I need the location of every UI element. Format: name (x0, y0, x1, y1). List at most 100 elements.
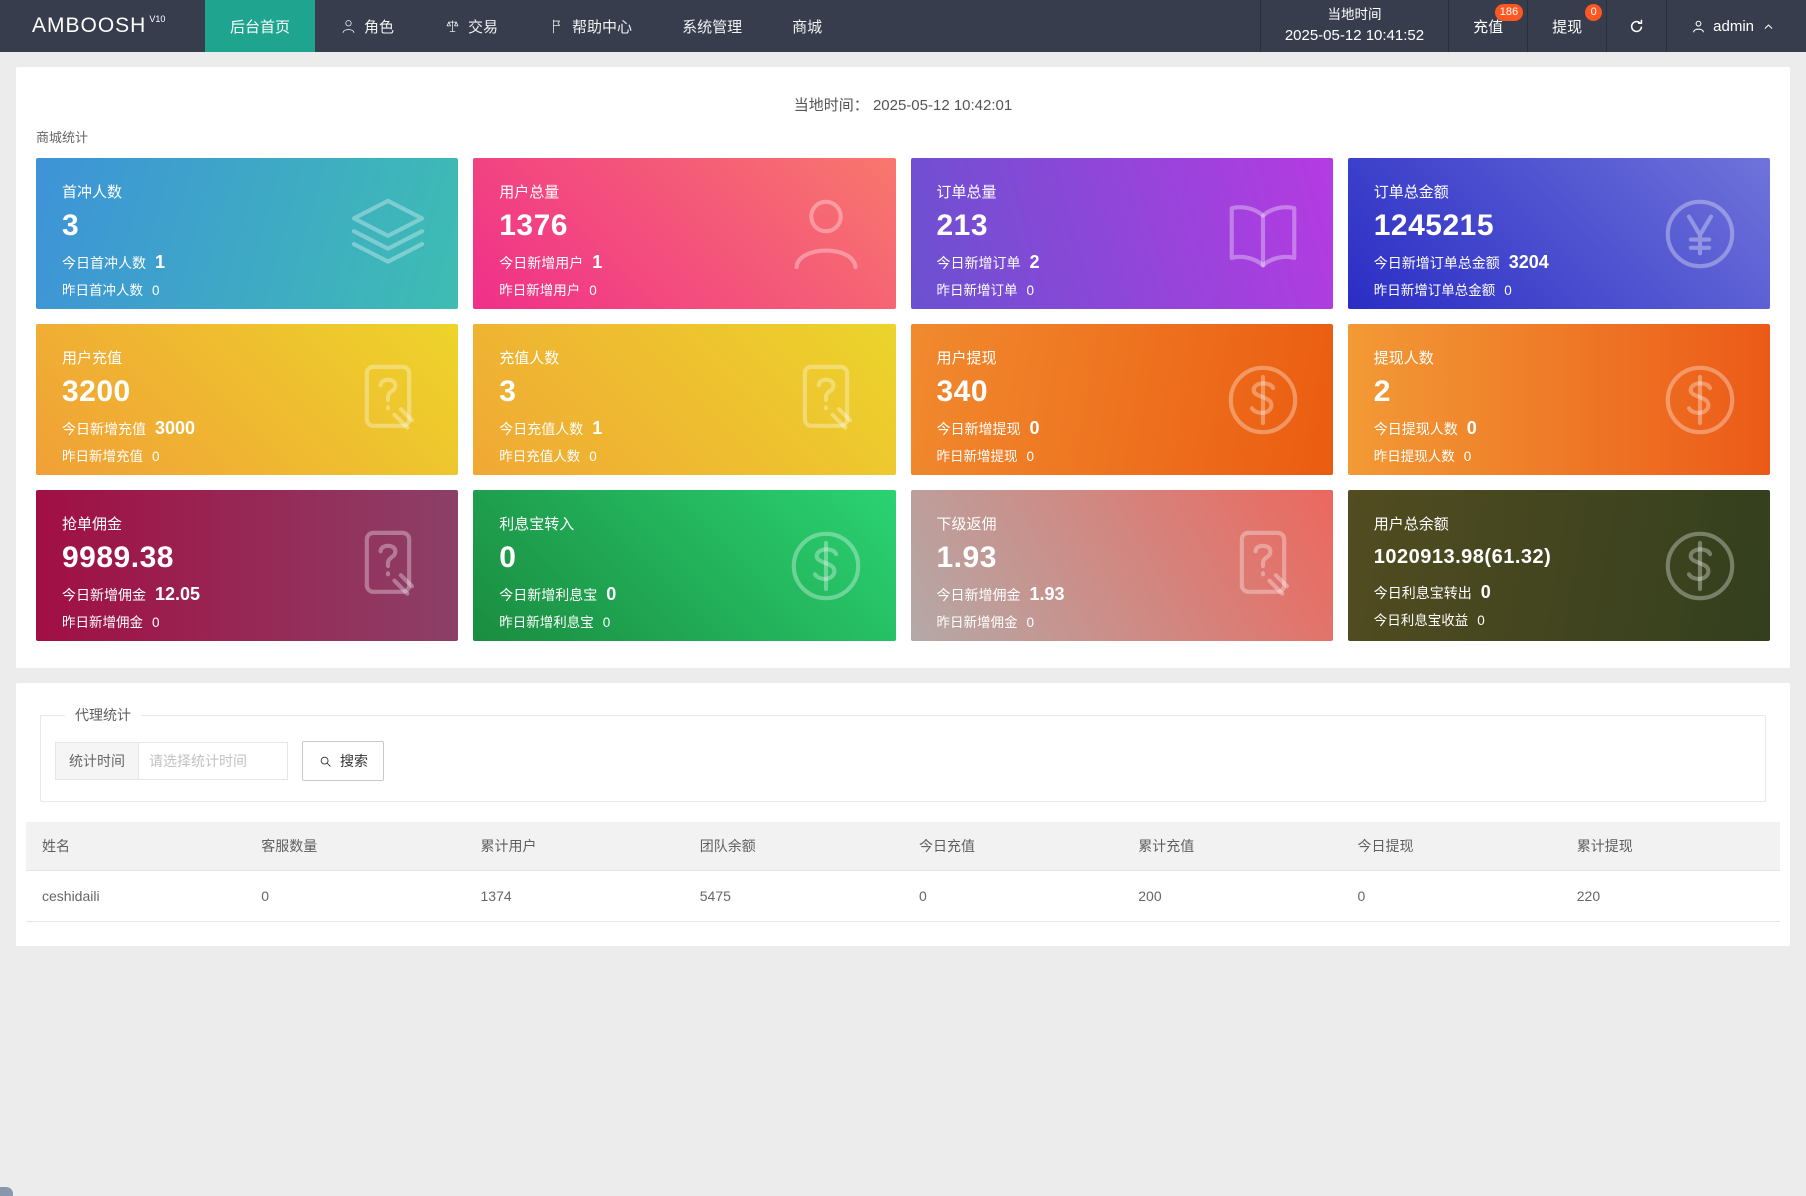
menu-item-trade[interactable]: 交易 (419, 0, 523, 52)
user-icon (340, 18, 357, 35)
app-logo: AMBOOSH V10 (0, 0, 205, 52)
logo-text: AMBOOSH (32, 14, 147, 37)
card-line-label: 今日新增佣金 (62, 587, 146, 603)
user-icon (780, 188, 872, 280)
cell-service-count: 0 (245, 870, 465, 922)
recharge-badge: 186 (1494, 4, 1524, 21)
card-line-value: 12.05 (155, 584, 201, 604)
agent-stats-panel: 代理统计 统计时间 搜索 姓名 客服数量 累计用户 团队余额 今日充值 累计充值 (16, 683, 1790, 946)
card-line-value: 0 (589, 449, 597, 464)
contract-icon (342, 354, 434, 446)
cell-total-users: 1374 (464, 870, 684, 922)
stat-card-user-total-balance: 用户总余额 1020913.98(61.32) 今日利息宝转出 0 今日利息宝收益… (1347, 490, 1770, 641)
card-line-value: 0 (1026, 283, 1035, 298)
col-total-withdraw: 累计提现 (1560, 822, 1780, 871)
card-line-label: 今日充值人数 (499, 421, 584, 437)
card-line-value: 1 (155, 252, 166, 272)
menu-item-help-center[interactable]: 帮助中心 (523, 0, 657, 52)
search-button[interactable]: 搜索 (302, 741, 384, 781)
card-line-label: 昨日新增用户 (499, 283, 581, 298)
card-line-label: 昨日新增利息宝 (499, 615, 594, 630)
card-line-label: 昨日新增佣金 (936, 615, 1018, 630)
card-line-value: 1 (592, 252, 603, 272)
card-line-value: 0 (152, 615, 160, 630)
menu-item-mall[interactable]: 商城 (767, 0, 847, 52)
contract-icon (780, 354, 872, 446)
search-icon (318, 754, 333, 769)
menu-item-home[interactable]: 后台首页 (205, 0, 316, 52)
flag-icon (548, 18, 565, 35)
stat-card-withdraw-users: 提现人数 2 今日提现人数 0 昨日提现人数 0 (1347, 324, 1770, 475)
dollar-circle-icon (1217, 354, 1309, 446)
agent-stats-title: 代理统计 (75, 707, 131, 723)
stat-card-total-users: 用户总量 1376 今日新增用户 1 昨日新增用户 0 (473, 158, 896, 309)
scales-icon (444, 18, 461, 35)
search-button-label: 搜索 (340, 753, 368, 769)
card-line-label: 今日新增用户 (499, 255, 584, 271)
stat-card-total-order-amount: 订单总金额 1245215 今日新增订单总金额 3204 昨日新增订单总金额 0 (1347, 158, 1770, 309)
withdraw-button[interactable]: 提现 0 (1527, 0, 1606, 52)
cell-today-withdraw: 0 (1341, 870, 1561, 922)
bottom-left-partial-element (0, 1187, 13, 1196)
stat-card-interest-transfer-in: 利息宝转入 0 今日新增利息宝 0 昨日新增利息宝 0 (473, 490, 896, 641)
local-time-value: 2025-05-12 10:41:52 (1284, 26, 1425, 44)
content-time-label: 当地时间： (793, 97, 869, 114)
col-team-balance: 团队余额 (683, 822, 903, 871)
main-menu: 后台首页 角色 交易 帮助中心 系统管理 商城 (205, 0, 847, 52)
table-header-row: 姓名 客服数量 累计用户 团队余额 今日充值 累计充值 今日提现 累计提现 (26, 822, 1780, 871)
username: admin (1713, 17, 1754, 35)
card-line-label: 昨日新增充值 (62, 449, 143, 464)
withdraw-label: 提现 (1552, 18, 1583, 36)
menu-item-label: 后台首页 (230, 18, 291, 36)
dollar-circle-icon (780, 520, 872, 612)
layers-icon (342, 188, 434, 280)
card-line-value: 0 (152, 449, 160, 464)
card-line-label: 今日新增订单 (936, 255, 1021, 271)
chevron-up-icon (1761, 19, 1776, 34)
stat-time-input[interactable] (138, 742, 288, 780)
card-line-label: 昨日提现人数 (1373, 449, 1455, 464)
stat-card-downline-rebate: 下级返佣 1.93 今日新增佣金 1.93 昨日新增佣金 0 (910, 490, 1333, 641)
stat-card-user-recharge: 用户充值 3200 今日新增充值 3000 昨日新增充值 0 (36, 324, 459, 475)
content-local-time: 当地时间： 2025-05-12 10:42:01 (36, 79, 1770, 121)
card-line-value: 0 (1466, 418, 1477, 438)
stat-card-total-orders: 订单总量 213 今日新增订单 2 昨日新增订单 0 (910, 158, 1333, 309)
cell-total-recharge: 200 (1122, 870, 1342, 922)
cell-team-balance: 5475 (683, 870, 903, 922)
card-line-label: 今日新增提现 (936, 421, 1021, 437)
menu-item-label: 商城 (792, 18, 823, 36)
top-navbar: AMBOOSH V10 后台首页 角色 交易 帮助中心 系统管理 商城 当地时间… (0, 0, 1806, 52)
user-menu[interactable]: admin (1666, 0, 1806, 52)
card-line-label: 今日首冲人数 (62, 255, 146, 271)
book-icon (1217, 188, 1309, 280)
card-line-value: 0 (1504, 283, 1512, 298)
menu-item-label: 帮助中心 (572, 18, 633, 36)
card-line-label: 今日新增利息宝 (499, 587, 598, 603)
refresh-button[interactable] (1606, 0, 1666, 52)
cell-today-recharge: 0 (903, 870, 1123, 922)
mall-stats-panel: 当地时间： 2025-05-12 10:42:01 商城统计 首冲人数 3 今日… (16, 67, 1790, 668)
card-line-value: 0 (1480, 582, 1491, 602)
card-line-label: 今日利息宝收益 (1373, 613, 1469, 628)
stat-cards-grid: 首冲人数 3 今日首冲人数 1 昨日首冲人数 0 用户总量 1376 今日新增用户 1… (36, 158, 1770, 641)
withdraw-badge: 0 (1585, 4, 1603, 21)
mall-stats-title: 商城统计 (36, 130, 89, 145)
contract-icon (1217, 520, 1309, 612)
card-line-label: 今日提现人数 (1373, 421, 1458, 437)
menu-item-label: 角色 (364, 18, 395, 36)
stat-time-label: 统计时间 (55, 742, 139, 780)
recharge-button[interactable]: 充值 186 (1448, 0, 1527, 52)
stat-card-recharge-users: 充值人数 3 今日充值人数 1 昨日充值人数 0 (473, 324, 896, 475)
menu-item-roles[interactable]: 角色 (315, 0, 419, 52)
stat-card-user-withdraw: 用户提现 340 今日新增提现 0 昨日新增提现 0 (910, 324, 1333, 475)
card-line-value: 0 (606, 584, 617, 604)
card-line-value: 0 (1026, 449, 1035, 464)
card-line-label: 昨日充值人数 (499, 449, 581, 464)
card-line-value: 0 (152, 283, 160, 298)
cell-name: ceshidaili (26, 870, 246, 922)
col-total-users: 累计用户 (464, 822, 684, 871)
menu-item-system-admin[interactable]: 系统管理 (657, 0, 767, 52)
card-line-label: 今日利息宝转出 (1373, 585, 1472, 601)
card-line-value: 0 (1029, 418, 1040, 438)
agent-table: 姓名 客服数量 累计用户 团队余额 今日充值 累计充值 今日提现 累计提现 ce… (26, 822, 1780, 922)
